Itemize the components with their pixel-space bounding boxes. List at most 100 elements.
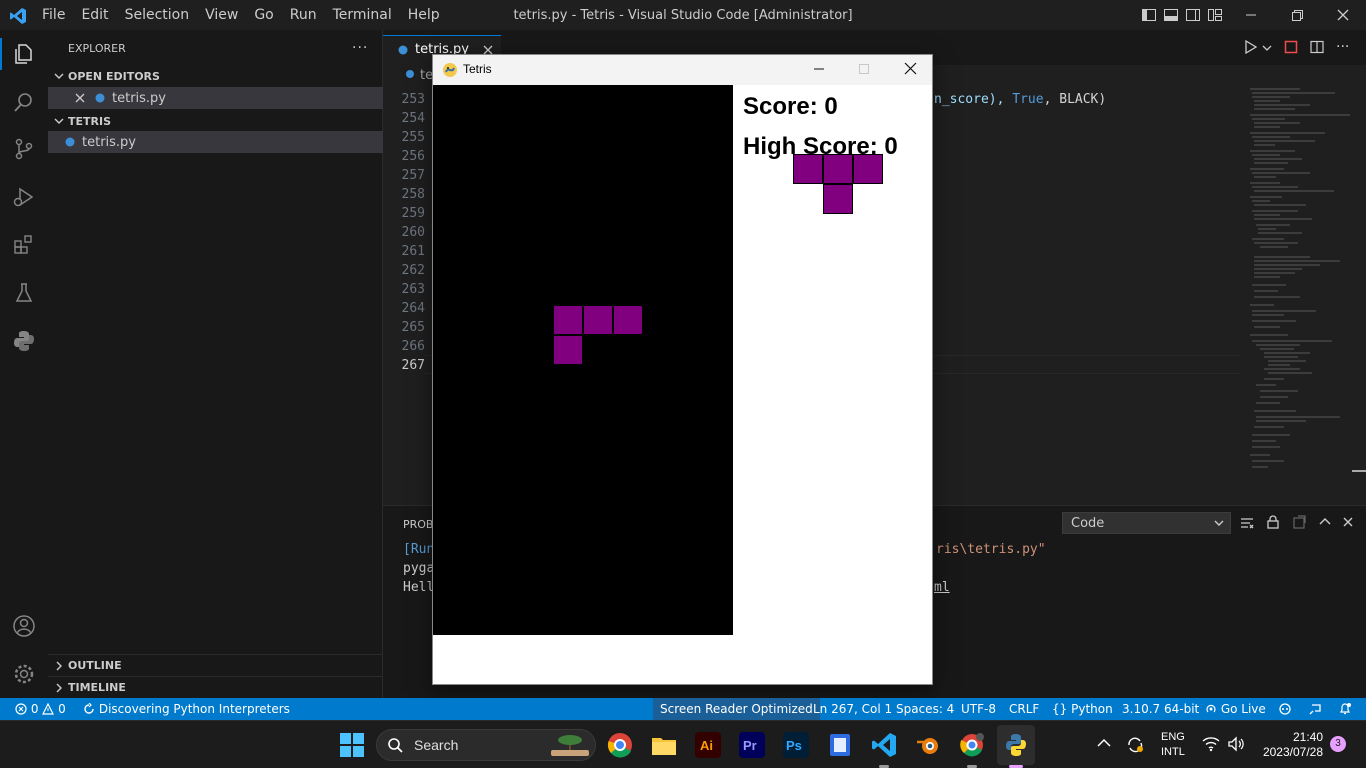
python-task-status[interactable]: Discovering Python Interpreters [83, 702, 290, 716]
eol-status[interactable]: CRLF [1009, 702, 1039, 716]
braces-icon: {} [1052, 702, 1068, 716]
language-code: ENG [1161, 731, 1185, 743]
falling-piece-block [583, 305, 613, 335]
next-piece-block [823, 184, 853, 214]
chrome-profile-icon[interactable] [959, 732, 985, 758]
tetris-title-bar[interactable]: Tetris [433, 55, 932, 85]
volume-icon[interactable] [1227, 736, 1245, 752]
feedback-icon[interactable] [1308, 702, 1322, 716]
go-live-button[interactable]: Go Live [1205, 702, 1266, 716]
falling-piece-block [613, 305, 643, 335]
illustrator-icon[interactable]: Ai [695, 732, 721, 758]
encoding-status[interactable]: UTF-8 [961, 702, 996, 716]
run-file-icon[interactable] [1244, 40, 1258, 54]
language-mode[interactable]: {} Python [1052, 702, 1113, 716]
search-icon[interactable] [12, 90, 36, 114]
menu-selection[interactable]: Selection [117, 7, 198, 23]
close-panel-icon[interactable] [1341, 515, 1355, 529]
output-line-3-start: Hell [403, 580, 435, 595]
indentation-status[interactable]: Spaces: 4 [896, 702, 954, 716]
maximize-panel-icon[interactable] [1318, 515, 1332, 529]
more-actions-icon[interactable]: ··· [352, 40, 368, 56]
clear-output-icon[interactable] [1240, 516, 1254, 530]
stop-icon[interactable] [1284, 40, 1298, 54]
file-tree-filename: tetris.py [82, 134, 136, 150]
error-icon [15, 703, 27, 715]
onedrive-sync-icon[interactable] [1126, 735, 1144, 753]
file-tree-item[interactable]: tetris.py [48, 131, 383, 153]
tetris-window[interactable]: Tetris Score: 0 High Score: 0 [432, 54, 933, 685]
blender-icon[interactable] [915, 732, 941, 758]
toggle-primary-sidebar-icon[interactable] [1141, 7, 1157, 23]
toggle-panel-icon[interactable] [1163, 7, 1179, 23]
svg-text:Ai: Ai [700, 738, 713, 753]
output-channel-dropdown[interactable]: Code [1062, 512, 1231, 534]
python-interpreter[interactable]: 3.10.7 64-bit [1122, 702, 1199, 716]
wifi-icon[interactable] [1202, 736, 1220, 752]
windows-taskbar: Search Ai Pr Ps ENG INTL 21:40 2023/07/2… [0, 720, 1366, 768]
minimap[interactable] [1240, 85, 1352, 475]
folder-label: TETRIS [68, 114, 112, 128]
notifications-bell-icon[interactable] [1338, 702, 1352, 716]
settings-gear-icon[interactable] [12, 662, 36, 686]
notification-badge[interactable]: 3 [1330, 736, 1346, 752]
file-explorer-icon[interactable] [651, 732, 677, 758]
menu-help[interactable]: Help [400, 7, 448, 23]
menu-run[interactable]: Run [282, 7, 325, 23]
input-language[interactable]: ENG INTL [1161, 730, 1185, 760]
menu-go[interactable]: Go [246, 7, 281, 23]
chevron-up-icon[interactable] [1097, 738, 1111, 748]
editor-more-icon[interactable]: ··· [1336, 39, 1349, 55]
menu-edit[interactable]: Edit [73, 7, 116, 23]
testing-icon[interactable] [12, 281, 36, 305]
source-control-icon[interactable] [12, 137, 36, 161]
line-number: 253 [401, 92, 425, 107]
minimize-icon[interactable] [1243, 7, 1259, 23]
extensions-icon[interactable] [12, 233, 36, 257]
output-link[interactable]: ml [934, 580, 950, 595]
line-number: 262 [401, 263, 425, 278]
close-window-icon[interactable] [1335, 7, 1351, 23]
python-file-icon [64, 136, 76, 148]
taskbar-search-box[interactable]: Search [376, 729, 596, 761]
close-icon[interactable] [904, 62, 917, 75]
scrollbar-thumb[interactable] [1352, 470, 1366, 472]
outline-section[interactable]: OUTLINE [48, 654, 383, 676]
chevron-down-icon[interactable] [1262, 44, 1272, 52]
split-editor-icon[interactable] [1310, 40, 1324, 54]
menu-terminal[interactable]: Terminal [325, 7, 400, 23]
timeline-section[interactable]: TIMELINE [48, 676, 383, 698]
open-editors-section[interactable]: OPEN EDITORS [48, 65, 383, 87]
restore-icon[interactable] [1289, 7, 1305, 23]
pygame-snake-icon [442, 62, 458, 78]
problems-status[interactable]: 0 0 [15, 702, 66, 716]
menu-file[interactable]: File [34, 7, 73, 23]
photoshop-icon[interactable]: Ps [783, 732, 809, 758]
minimize-icon[interactable] [813, 63, 825, 75]
tetris-folder-section[interactable]: TETRIS [48, 110, 383, 132]
lock-icon[interactable] [1266, 515, 1280, 529]
windows-start-icon[interactable] [339, 732, 365, 758]
python-taskbar-icon[interactable] [1003, 732, 1029, 758]
run-debug-icon[interactable] [12, 185, 36, 209]
menu-view[interactable]: View [197, 7, 246, 23]
python-icon[interactable] [12, 329, 36, 353]
copilot-icon[interactable] [1278, 702, 1292, 716]
toggle-secondary-sidebar-icon[interactable] [1185, 7, 1201, 23]
chrome-icon[interactable] [607, 732, 633, 758]
customize-layout-icon[interactable] [1207, 7, 1223, 23]
svg-text:Pr: Pr [743, 738, 757, 753]
vscode-taskbar-icon[interactable] [871, 732, 897, 758]
explorer-icon[interactable] [12, 42, 36, 66]
open-editor-filename: tetris.py [112, 90, 166, 106]
cursor-position[interactable]: Ln 267, Col 1 [813, 702, 892, 716]
open-editor-item[interactable]: tetris.py [48, 87, 383, 109]
premiere-pro-icon[interactable]: Pr [739, 732, 765, 758]
open-in-editor-icon[interactable] [1292, 515, 1306, 529]
clock[interactable]: 21:40 2023/07/28 [1255, 730, 1323, 760]
close-editor-icon[interactable] [74, 92, 86, 104]
code-line-253: n_score), True, BLACK) [934, 92, 1106, 107]
notes-app-icon[interactable] [827, 732, 853, 758]
screen-reader-status[interactable]: Screen Reader Optimized [653, 698, 820, 720]
accounts-icon[interactable] [12, 614, 36, 638]
